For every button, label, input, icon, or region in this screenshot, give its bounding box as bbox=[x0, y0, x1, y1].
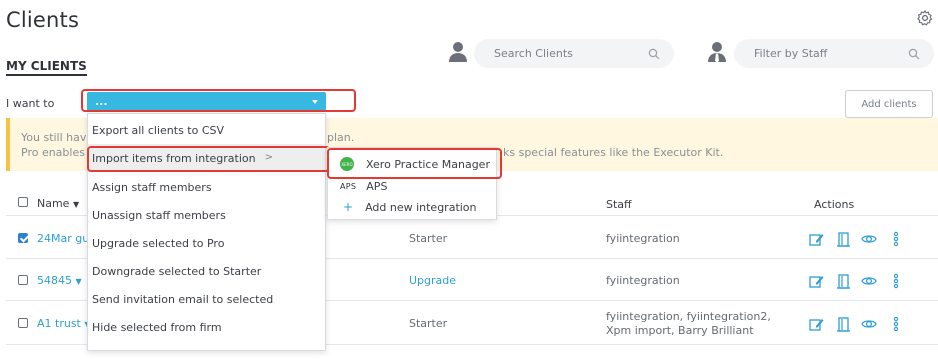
more-vertical-icon[interactable] bbox=[888, 231, 904, 247]
menu-item-downgrade-starter[interactable]: Downgrade selected to Starter bbox=[88, 257, 325, 285]
door-icon[interactable] bbox=[835, 273, 851, 289]
staff-icon bbox=[708, 42, 726, 63]
more-vertical-icon[interactable] bbox=[888, 273, 904, 289]
edit-icon[interactable] bbox=[808, 316, 824, 332]
plan-status: Starter bbox=[409, 317, 448, 330]
plan-status: Starter bbox=[409, 232, 448, 245]
menu-item-upgrade-pro[interactable]: Upgrade selected to Pro bbox=[88, 229, 325, 257]
edit-icon[interactable] bbox=[808, 231, 824, 247]
client-name-link[interactable]: 24Mar gu bbox=[37, 232, 89, 245]
staff-list: fyiintegration, fyiintegration2, Xpm imp… bbox=[606, 310, 771, 337]
staff-list: fyiintegration bbox=[606, 232, 680, 245]
name-column-header[interactable]: Name ▼ bbox=[37, 197, 79, 210]
chevron-down-icon[interactable]: ▼ bbox=[76, 277, 82, 286]
eye-icon[interactable] bbox=[861, 231, 877, 247]
search-input[interactable]: Search Clients bbox=[474, 39, 674, 68]
more-vertical-icon[interactable] bbox=[888, 316, 904, 332]
bulk-action-label: I want to bbox=[6, 97, 55, 110]
staff-list: fyiintegration bbox=[606, 274, 680, 287]
person-icon bbox=[449, 42, 467, 62]
search-icon[interactable] bbox=[908, 48, 920, 60]
edit-icon[interactable] bbox=[808, 273, 824, 289]
eye-icon[interactable] bbox=[861, 316, 877, 332]
staff-column-header: Staff bbox=[606, 198, 632, 211]
row-checkbox[interactable] bbox=[18, 233, 28, 243]
search-icon[interactable] bbox=[648, 48, 660, 60]
actions-column-header: Actions bbox=[814, 198, 855, 211]
submenu-item-add-integration[interactable]: + Add new integration bbox=[328, 198, 496, 216]
client-name-link[interactable]: A1 trust ▼ bbox=[37, 317, 91, 330]
banner-text-1a: You still hav bbox=[21, 131, 87, 144]
gear-icon[interactable] bbox=[916, 9, 934, 27]
section-title: MY CLIENTS bbox=[6, 59, 87, 76]
filter-staff-input[interactable]: Filter by Staff bbox=[734, 39, 934, 68]
menu-item-unassign-staff[interactable]: Unassign staff members bbox=[88, 201, 325, 229]
highlight-box bbox=[87, 146, 330, 172]
upgrade-link[interactable]: Upgrade bbox=[409, 274, 456, 287]
submenu-item-aps[interactable]: APS APS bbox=[328, 177, 496, 195]
client-name-link[interactable]: 54845 ▼ bbox=[37, 274, 82, 287]
page-title: Clients bbox=[6, 8, 80, 32]
menu-item-hide-from-firm[interactable]: Hide selected from firm bbox=[88, 313, 325, 341]
add-clients-button[interactable]: Add clients bbox=[845, 90, 933, 118]
row-checkbox[interactable] bbox=[18, 318, 28, 328]
menu-item-export-csv[interactable]: Export all clients to CSV bbox=[88, 116, 325, 144]
highlight-box bbox=[81, 89, 356, 112]
banner-text-1b: plan. bbox=[327, 131, 355, 144]
highlight-box bbox=[327, 148, 502, 179]
row-checkbox[interactable] bbox=[18, 275, 28, 285]
menu-item-assign-staff[interactable]: Assign staff members bbox=[88, 173, 325, 201]
banner-text-2a: Pro enables bbox=[21, 146, 85, 159]
plus-icon: + bbox=[343, 200, 354, 214]
sort-down-icon[interactable]: ▼ bbox=[73, 200, 79, 209]
menu-item-send-invitation[interactable]: Send invitation email to selected bbox=[88, 285, 325, 313]
filter-placeholder: Filter by Staff bbox=[754, 47, 828, 60]
door-icon[interactable] bbox=[835, 316, 851, 332]
select-all-checkbox[interactable] bbox=[18, 197, 28, 207]
door-icon[interactable] bbox=[835, 231, 851, 247]
aps-logo-icon: APS bbox=[340, 181, 357, 191]
banner-text-2b: ks special features like the Executor Ki… bbox=[503, 146, 724, 159]
search-placeholder: Search Clients bbox=[494, 47, 573, 60]
eye-icon[interactable] bbox=[861, 273, 877, 289]
